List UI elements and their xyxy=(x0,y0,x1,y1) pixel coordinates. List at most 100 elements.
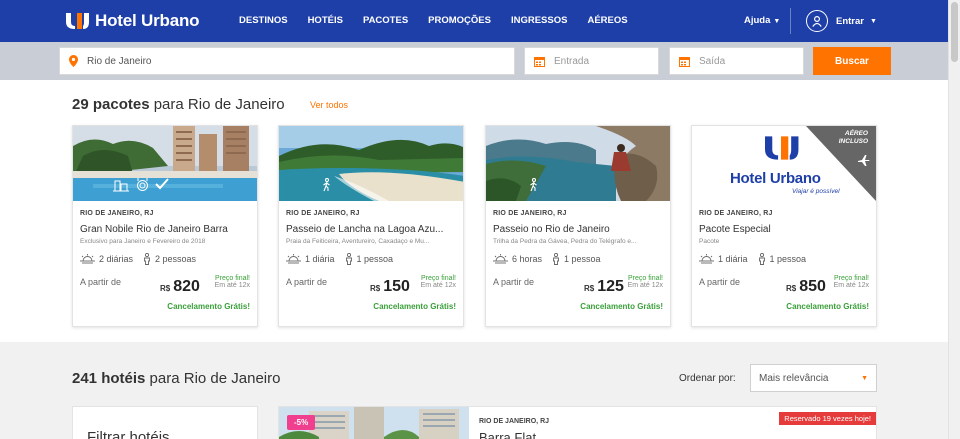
package-card[interactable]: RIO DE JANEIRO, RJ Gran Nobile Rio de Ja… xyxy=(72,125,258,327)
package-location: RIO DE JANEIRO, RJ xyxy=(493,210,567,217)
hotel-image: -5% xyxy=(279,407,469,439)
price-value: 150 xyxy=(383,278,410,295)
ribbon-line2: INCLUSO xyxy=(838,138,868,145)
help-menu[interactable]: Ajuda ▼ xyxy=(744,15,780,26)
free-cancellation-label: Cancelamento Grátis! xyxy=(167,302,250,311)
package-subtitle: Pacote xyxy=(699,238,720,245)
package-card[interactable]: RIO DE JANEIRO, RJ Passeio no Rio de Jan… xyxy=(485,125,671,327)
filter-panel: Filtrar hotéis xyxy=(72,406,258,439)
page-scrollbar[interactable] xyxy=(948,0,960,439)
sun-icon xyxy=(699,254,714,264)
chevron-down-icon: ▼ xyxy=(773,18,781,25)
nav-aereos[interactable]: AÉREOS xyxy=(587,15,627,26)
nav-promocoes[interactable]: PROMOÇÕES xyxy=(428,15,491,26)
final-price-label: Preço final! xyxy=(214,275,250,282)
free-cancellation-label: Cancelamento Grátis! xyxy=(786,302,869,311)
chevron-down-icon: ▼ xyxy=(861,374,868,382)
package-duration: 1 diária xyxy=(718,254,748,264)
see-all-link[interactable]: Ver todos xyxy=(310,100,348,110)
currency-symbol: R$ xyxy=(160,284,171,293)
nav-hoteis[interactable]: HOTÉIS xyxy=(308,15,343,26)
hotel-name: Barra Flat xyxy=(479,430,537,439)
brand-name: Hotel Urbano xyxy=(95,11,200,30)
package-location: RIO DE JANEIRO, RJ xyxy=(286,210,360,217)
hotels-title: 241 hotéis para Rio de Janeiro xyxy=(72,370,280,387)
discount-badge: -5% xyxy=(287,415,316,430)
final-price-label: Preço final! xyxy=(420,275,456,282)
package-price: R$ 125 xyxy=(584,278,624,296)
packages-section: 29 pacotes para Rio de Janeiro Ver todos xyxy=(0,80,948,342)
hotels-count: 241 hotéis xyxy=(72,370,146,387)
price-value: 820 xyxy=(173,278,200,295)
hiking-icon xyxy=(323,178,330,192)
currency-symbol: R$ xyxy=(786,284,797,293)
package-price: R$ 850 xyxy=(786,278,826,296)
package-location: RIO DE JANEIRO, RJ xyxy=(699,210,773,217)
help-label: Ajuda xyxy=(744,15,771,26)
package-duration: 6 horas xyxy=(512,254,543,264)
package-duration: 2 diárias xyxy=(99,254,134,264)
hotel-card[interactable]: -5% RIO DE JANEIRO, RJ Barra Flat Reserv… xyxy=(278,406,877,439)
destination-value: Rio de Janeiro xyxy=(87,55,152,67)
installments-label: Em até 12x xyxy=(833,282,869,289)
checkin-input[interactable]: Entrada xyxy=(524,47,659,75)
packages-title: 29 pacotes para Rio de Janeiro xyxy=(72,96,285,113)
sort-select[interactable]: Mais relevância ▼ xyxy=(750,364,877,392)
destination-input[interactable]: Rio de Janeiro xyxy=(59,47,515,75)
package-duration: 1 diária xyxy=(305,254,335,264)
reserved-badge: Reservado 19 vezes hoje! xyxy=(779,412,876,425)
top-navigation-bar: Hotel Urbano DESTINOS HOTÉIS PACOTES PRO… xyxy=(0,0,948,42)
brand-logo[interactable]: Hotel Urbano xyxy=(64,10,200,32)
person-icon xyxy=(758,253,765,265)
package-title: Passeio no Rio de Janeiro xyxy=(493,224,610,235)
ribbon-line1: AÉREO xyxy=(844,130,868,137)
package-people: 1 pessoa xyxy=(356,254,394,264)
nav-ingressos[interactable]: INGRESSOS xyxy=(511,15,568,26)
package-card[interactable]: RIO DE JANEIRO, RJ Passeio de Lancha na … xyxy=(278,125,464,327)
package-image-climbing xyxy=(486,126,670,201)
package-image-hotel-pool xyxy=(73,126,257,201)
person-icon xyxy=(345,253,352,265)
package-card[interactable]: Hotel Urbano Viajar é possível AÉREO INC… xyxy=(691,125,877,327)
from-label: A partir de xyxy=(286,277,328,287)
person-icon xyxy=(553,253,559,265)
login-label: Entrar xyxy=(836,15,864,27)
login-menu[interactable]: Entrar ▼ xyxy=(806,10,877,32)
sun-icon xyxy=(286,254,301,264)
checkout-input[interactable]: Saída xyxy=(669,47,804,75)
filter-title: Filtrar hotéis xyxy=(87,429,170,439)
scrollbar-thumb[interactable] xyxy=(951,2,958,62)
hotel-urbano-logo-icon xyxy=(66,13,89,29)
package-people: 1 pessoa xyxy=(564,254,601,264)
search-button[interactable]: Buscar xyxy=(813,47,891,75)
package-image-brand: Hotel Urbano Viajar é possível AÉREO INC… xyxy=(692,126,876,201)
location-pin-icon xyxy=(69,55,78,67)
nav-pacotes[interactable]: PACOTES xyxy=(363,15,408,26)
main-nav: DESTINOS HOTÉIS PACOTES PROMOÇÕES INGRES… xyxy=(239,15,648,26)
currency-symbol: R$ xyxy=(370,284,381,293)
free-cancellation-label: Cancelamento Grátis! xyxy=(580,302,663,311)
package-subtitle: Exclusivo para Janeiro e Fevereiro de 20… xyxy=(80,238,206,245)
from-label: A partir de xyxy=(80,277,122,287)
packages-title-rest: para Rio de Janeiro xyxy=(149,96,285,113)
package-title: Passeio de Lancha na Lagoa Azu... xyxy=(286,224,444,235)
package-subtitle: Praia da Feiticeira, Aventureiro, Caxada… xyxy=(286,238,430,245)
from-label: A partir de xyxy=(493,277,535,287)
hotel-urbano-logo-icon xyxy=(765,136,799,160)
installments-label: Em até 12x xyxy=(420,282,456,289)
installments-label: Em até 12x xyxy=(627,282,663,289)
breakfast-icon xyxy=(137,178,148,191)
package-location: RIO DE JANEIRO, RJ xyxy=(80,210,154,217)
calendar-icon xyxy=(534,56,545,67)
airplane-icon xyxy=(858,155,870,166)
checkout-placeholder: Saída xyxy=(699,55,726,67)
nav-destinos[interactable]: DESTINOS xyxy=(239,15,288,26)
hiking-icon xyxy=(530,178,537,192)
final-price-label: Preço final! xyxy=(833,275,869,282)
price-value: 125 xyxy=(597,278,624,295)
currency-symbol: R$ xyxy=(584,284,595,293)
final-price-label: Preço final! xyxy=(627,275,663,282)
sun-icon xyxy=(493,254,508,264)
package-title: Pacote Especial xyxy=(699,224,771,235)
sort-value: Mais relevância xyxy=(759,372,829,384)
